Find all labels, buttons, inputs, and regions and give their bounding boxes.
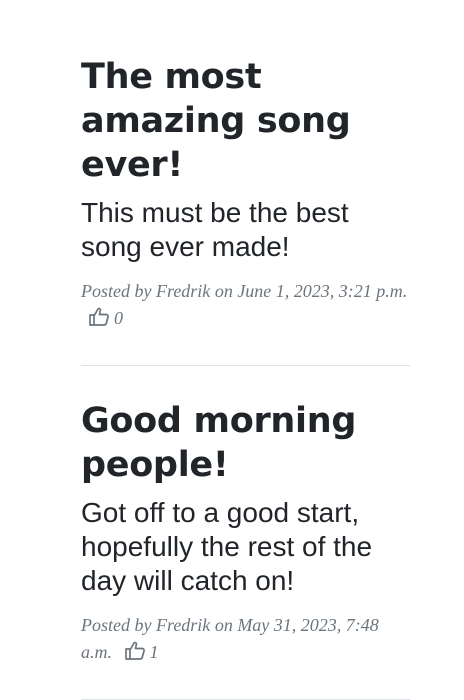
post-meta: Posted by Fredrik on June 1, 2023, 3:21 … [81, 278, 410, 334]
like-count: 0 [114, 308, 123, 328]
post-date: June 1, 2023, 3:21 p.m. [237, 281, 408, 301]
thumbs-up-icon[interactable] [124, 641, 146, 668]
post-meta: Posted by Fredrik on May 31, 2023, 7:48 … [81, 612, 410, 668]
thumbs-up-icon[interactable] [89, 307, 110, 334]
like-count: 1 [149, 642, 159, 662]
post-preview[interactable]: The most amazing song ever! This must be… [81, 0, 410, 334]
post-preview[interactable]: Good morning people! Got off to a good s… [81, 366, 410, 668]
posted-by-label: Posted by [81, 615, 156, 635]
post-title[interactable]: The most amazing song ever! [81, 55, 410, 187]
post-title[interactable]: Good morning people! [81, 399, 410, 487]
post-subtitle[interactable]: This must be the best song ever made! [81, 196, 410, 264]
post-author: Fredrik [155, 281, 211, 301]
post-subtitle[interactable]: Got off to a good start, hopefully the r… [81, 496, 410, 598]
on-label: on [210, 615, 238, 635]
on-label: on [210, 281, 238, 301]
post-author: Fredrik [155, 615, 211, 635]
post-feed: The most amazing song ever! This must be… [81, 0, 410, 700]
posted-by-label: Posted by [81, 281, 156, 301]
